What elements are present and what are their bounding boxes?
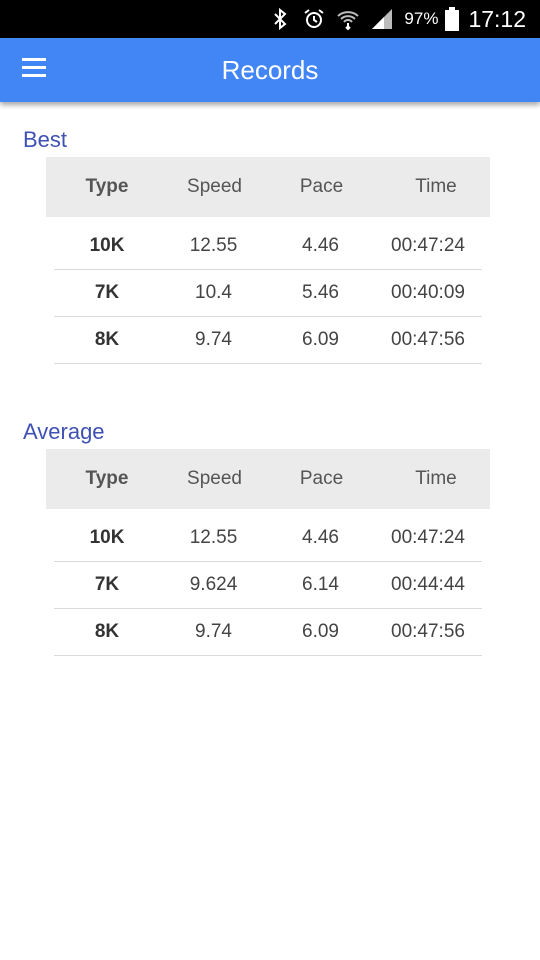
header-pace: Pace [299, 176, 344, 197]
row-speed: 9.624 [189, 574, 238, 595]
header-speed: Speed [187, 468, 242, 489]
row-speed: 12.55 [189, 527, 238, 548]
table-row: 10K 12.55 4.46 00:47:24 [54, 223, 482, 270]
table-row: 8K 9.74 6.09 00:47:56 [54, 609, 482, 656]
header-speed: Speed [187, 176, 242, 197]
best-section-title: Best [23, 127, 68, 152]
row-time: 00:47:56 [391, 329, 465, 350]
battery-percent: 97% [404, 9, 439, 28]
row-type: 7K [94, 574, 120, 595]
row-type: 10K [89, 235, 125, 256]
alarm-icon [304, 9, 325, 28]
row-pace: 5.46 [302, 282, 339, 303]
row-type: 10K [89, 527, 125, 548]
row-time: 00:44:44 [391, 574, 465, 595]
wifi-icon [337, 11, 360, 31]
row-time: 00:40:09 [391, 282, 465, 303]
row-type: 7K [94, 282, 120, 303]
row-time: 00:47:56 [391, 621, 465, 642]
header-type: Type [85, 176, 129, 197]
best-table: Type Speed Pace Time 10K 12.55 4.46 00:4… [46, 157, 490, 364]
row-speed: 10.4 [195, 282, 232, 303]
row-speed: 9.74 [195, 621, 232, 642]
row-pace: 4.46 [302, 235, 339, 256]
header-type: Type [85, 468, 129, 489]
row-time: 00:47:24 [391, 235, 465, 256]
app-bar: Records [0, 38, 540, 102]
row-speed: 9.74 [195, 329, 232, 350]
table-header: Type Speed Pace Time [46, 157, 490, 217]
page-title: Records [221, 55, 319, 85]
row-pace: 6.14 [302, 574, 339, 595]
table-row: 7K 9.624 6.14 00:44:44 [54, 562, 482, 609]
table-row: 10K 12.55 4.46 00:47:24 [54, 515, 482, 562]
row-pace: 6.09 [302, 621, 339, 642]
status-bar: 97% 17:12 [0, 0, 540, 38]
average-table: Type Speed Pace Time 10K 12.55 4.46 00:4… [46, 449, 490, 656]
table-header: Type Speed Pace Time [46, 449, 490, 509]
average-section-title: Average [23, 419, 105, 444]
table-row: 7K 10.4 5.46 00:40:09 [54, 270, 482, 317]
table-row: 8K 9.74 6.09 00:47:56 [54, 317, 482, 364]
header-time: Time [415, 176, 457, 197]
header-pace: Pace [299, 468, 344, 489]
row-pace: 6.09 [302, 329, 339, 350]
row-speed: 12.55 [189, 235, 238, 256]
row-type: 8K [94, 621, 120, 642]
header-time: Time [415, 468, 457, 489]
battery-icon [445, 7, 460, 31]
row-pace: 4.46 [302, 527, 339, 548]
status-time: 17:12 [468, 5, 526, 32]
bluetooth-icon [274, 7, 287, 31]
row-time: 00:47:24 [391, 527, 465, 548]
signal-icon [372, 9, 393, 29]
row-type: 8K [94, 329, 120, 350]
